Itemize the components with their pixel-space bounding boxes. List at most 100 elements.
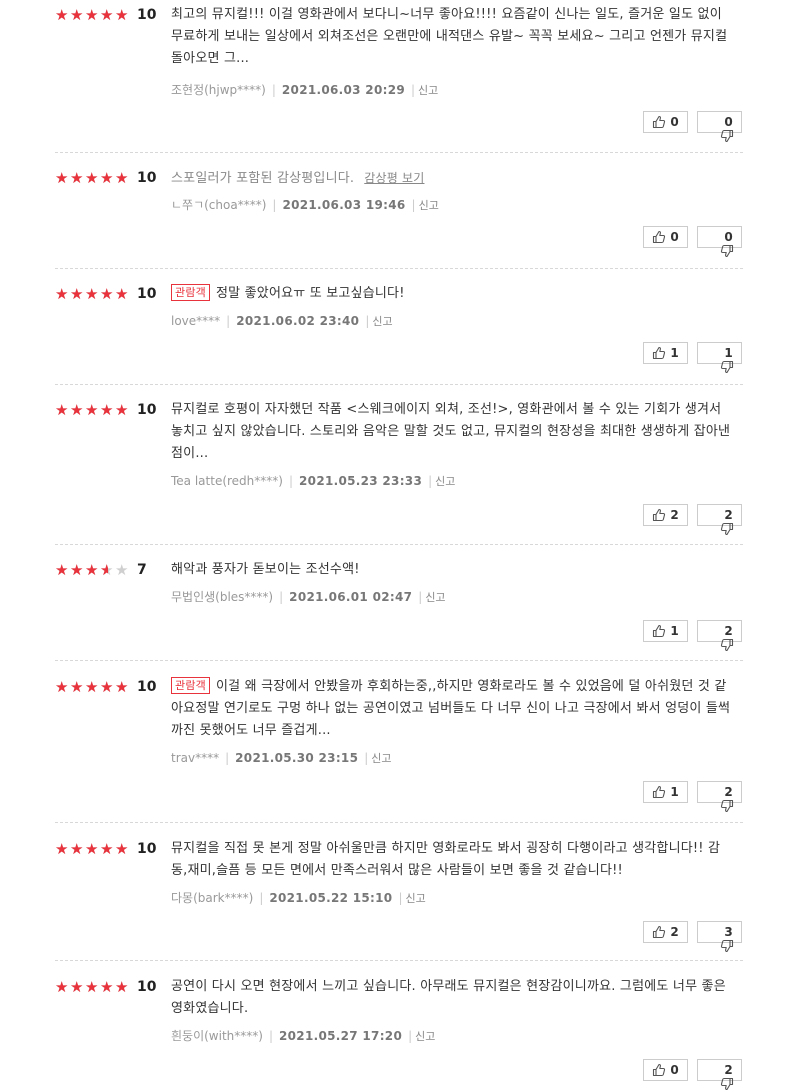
- like-button[interactable]: 2: [643, 504, 688, 526]
- star-icon: ★★: [70, 560, 84, 579]
- review-date: 2021.06.01 02:47: [289, 590, 413, 604]
- star-icon: ★★: [70, 677, 84, 696]
- review-author: 다몽(bark****): [171, 891, 254, 905]
- review-meta: ㄴ쭈ㄱ(choa****) | 2021.06.03 19:46 | 신고: [171, 197, 439, 214]
- star-icon: ★★: [55, 560, 69, 579]
- dislike-button[interactable]: 2: [697, 620, 742, 652]
- dislike-button[interactable]: 0: [697, 111, 742, 143]
- dislike-count: 2: [724, 508, 733, 522]
- like-button[interactable]: 1: [643, 620, 688, 642]
- meta-separator: |: [418, 590, 423, 604]
- dislike-button[interactable]: 2: [697, 1059, 742, 1091]
- star-rating: ★★★★★★★★★★: [55, 169, 130, 187]
- star-icon: ★★: [55, 839, 69, 858]
- thumbs-down-icon: [706, 508, 734, 536]
- review-divider: [55, 268, 743, 269]
- star-icon: ★★: [100, 839, 114, 858]
- thumbs-up-icon: [652, 785, 666, 799]
- rating-score: 10: [137, 170, 157, 186]
- report-link[interactable]: 신고: [418, 84, 438, 97]
- star-icon: ★★: [55, 5, 69, 24]
- like-count: 0: [670, 115, 679, 129]
- viewer-badge: 관람객: [171, 677, 210, 694]
- star-icon: ★★: [115, 560, 129, 579]
- star-rating: ★★★★★★★★★★: [55, 561, 130, 579]
- review-body: 공연이 다시 오면 현장에서 느끼고 싶습니다. 아무래도 뮤지컬은 현장감이니…: [171, 979, 726, 1016]
- review-meta: 조현정(hjwp****) | 2021.06.03 20:29 | 신고: [171, 82, 438, 99]
- dislike-button[interactable]: 1: [697, 342, 742, 374]
- dislike-count: 3: [724, 925, 733, 939]
- like-button[interactable]: 0: [643, 1059, 688, 1081]
- meta-separator: |: [279, 590, 284, 604]
- review-text: 공연이 다시 오면 현장에서 느끼고 싶습니다. 아무래도 뮤지컬은 현장감이니…: [171, 976, 731, 1020]
- meta-separator: |: [272, 198, 277, 212]
- report-link[interactable]: 신고: [371, 752, 391, 765]
- dislike-button[interactable]: 2: [697, 504, 742, 536]
- dislike-count: 0: [724, 230, 733, 244]
- rating-score: 10: [137, 7, 157, 23]
- rating-score: 10: [137, 979, 157, 995]
- thumbs-down-icon: [706, 925, 734, 953]
- thumbs-down-icon: [706, 346, 734, 374]
- like-count: 2: [670, 508, 679, 522]
- like-button[interactable]: 2: [643, 921, 688, 943]
- dislike-count: 2: [724, 624, 733, 638]
- like-button[interactable]: 1: [643, 781, 688, 803]
- review-text: 관람객 정말 좋았어요ㅠ 또 보고싶습니다!: [171, 283, 731, 305]
- star-rating: ★★★★★★★★★★: [55, 678, 130, 696]
- report-link[interactable]: 신고: [435, 475, 455, 488]
- star-icon: ★★: [85, 168, 99, 187]
- report-link[interactable]: 신고: [419, 199, 439, 212]
- like-count: 0: [670, 230, 679, 244]
- like-button[interactable]: 0: [643, 226, 688, 248]
- thumbs-up-icon: [652, 508, 666, 522]
- show-spoiler-link[interactable]: 감상평 보기: [364, 171, 424, 185]
- review-date: 2021.05.22 15:10: [269, 891, 393, 905]
- star-icon: ★★: [70, 839, 84, 858]
- star-icon: ★★: [115, 5, 129, 24]
- review-text: 최고의 뮤지컬!!! 이걸 영화관에서 보다니~너무 좋아요!!!! 요즘같이 …: [171, 4, 731, 70]
- dislike-button[interactable]: 0: [697, 226, 742, 258]
- dislike-count: 0: [724, 115, 733, 129]
- dislike-count: 1: [724, 346, 733, 360]
- review-meta: 흰둥이(with****) | 2021.05.27 17:20 | 신고: [171, 1028, 435, 1045]
- review-meta: love**** | 2021.06.02 23:40 | 신고: [171, 313, 393, 330]
- rating-score: 10: [137, 286, 157, 302]
- review-meta: Tea latte(redh****) | 2021.05.23 23:33 | 신고: [171, 473, 455, 490]
- review-author: 흰둥이(with****): [171, 1029, 263, 1043]
- star-icon: ★★: [100, 5, 114, 24]
- review-divider: [55, 822, 743, 823]
- star-icon: ★★: [55, 284, 69, 303]
- star-icon: ★★: [115, 168, 129, 187]
- like-button[interactable]: 1: [643, 342, 688, 364]
- dislike-button[interactable]: 3: [697, 921, 742, 953]
- thumbs-up-icon: [652, 1063, 666, 1077]
- star-icon: ★★: [100, 400, 114, 419]
- like-button[interactable]: 0: [643, 111, 688, 133]
- review-date: 2021.06.03 20:29: [281, 83, 405, 97]
- report-link[interactable]: 신고: [406, 892, 426, 905]
- dislike-button[interactable]: 2: [697, 781, 742, 813]
- review-author: 조현정(hjwp****): [171, 83, 266, 97]
- meta-separator: |: [259, 891, 264, 905]
- dislike-count: 2: [724, 1063, 733, 1077]
- star-rating: ★★★★★★★★★★: [55, 840, 130, 858]
- report-link[interactable]: 신고: [372, 315, 392, 328]
- review-author: Tea latte(redh****): [171, 474, 283, 488]
- thumbs-down-icon: [706, 1063, 734, 1091]
- thumbs-down-icon: [706, 624, 734, 652]
- report-link[interactable]: 신고: [425, 591, 445, 604]
- star-icon: ★★: [100, 560, 114, 579]
- review-date: 2021.06.03 19:46: [282, 198, 406, 212]
- dislike-count: 2: [724, 785, 733, 799]
- star-icon: ★★: [85, 839, 99, 858]
- star-icon: ★★: [100, 677, 114, 696]
- review-text: 스포일러가 포함된 감상평입니다. 감상평 보기: [171, 167, 731, 190]
- rating-score: 10: [137, 841, 157, 857]
- report-link[interactable]: 신고: [415, 1030, 435, 1043]
- star-icon: ★★: [85, 400, 99, 419]
- review-body: 뮤지컬을 직접 못 본게 정말 아쉬울만큼 하지만 영화로라도 봐서 굉장히 다…: [171, 841, 721, 878]
- star-icon: ★★: [100, 977, 114, 996]
- star-icon: ★★: [85, 284, 99, 303]
- review-body: 뮤지컬로 호평이 자자했던 작품 <스웨크에이지 외쳐, 조선!>, 영화관에서…: [171, 402, 731, 461]
